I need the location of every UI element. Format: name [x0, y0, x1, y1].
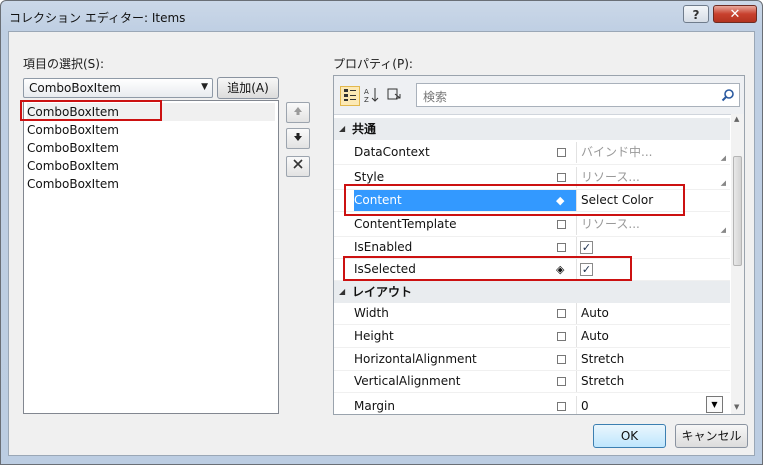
window-title: コレクション エディター: Items: [9, 11, 186, 25]
advanced-options-marker-icon[interactable]: [557, 377, 566, 386]
search-icon[interactable]: [721, 87, 735, 106]
advanced-options-marker-icon[interactable]: [557, 309, 566, 318]
property-value[interactable]: Auto: [576, 303, 728, 324]
isenabled-checkbox[interactable]: ✓: [580, 241, 593, 254]
property-value-cell: [576, 259, 728, 280]
property-name: IsSelected: [354, 262, 416, 276]
advanced-options-marker-icon[interactable]: [557, 148, 566, 157]
move-up-button[interactable]: [286, 102, 310, 123]
scrollbar-thumb[interactable]: [733, 156, 742, 266]
ok-button[interactable]: OK: [593, 424, 666, 448]
list-item[interactable]: ComboBoxItem: [27, 175, 275, 193]
resize-corner-icon: ◢: [720, 179, 726, 187]
property-value-cell: [576, 237, 728, 258]
property-value[interactable]: バインド中...: [576, 142, 728, 163]
chevron-down-icon[interactable]: ▼: [706, 396, 723, 413]
advanced-options-marker-icon[interactable]: [557, 402, 566, 411]
property-row-width[interactable]: Width Auto: [334, 303, 730, 325]
advanced-options-marker-icon[interactable]: [557, 173, 566, 182]
add-button[interactable]: 追加(A): [217, 77, 279, 99]
cancel-button[interactable]: キャンセル: [675, 424, 748, 448]
help-button[interactable]: ?: [683, 5, 709, 23]
delete-icon: [292, 159, 304, 173]
list-item[interactable]: ComboBoxItem: [27, 157, 275, 175]
list-item[interactable]: ComboBoxItem: [27, 121, 275, 139]
property-row-isselected[interactable]: IsSelected ◈ ✓: [334, 259, 730, 281]
category-label: レイアウト: [352, 285, 413, 299]
property-grid-toolbar: AZ 検索: [334, 76, 744, 115]
advanced-options-marker-icon[interactable]: [557, 332, 566, 341]
select-items-label: 項目の選択(S):: [23, 57, 105, 71]
category-common[interactable]: ◢ 共通: [334, 118, 730, 140]
dialog-client-area: 項目の選択(S): ComboBoxItem ▼ 追加(A) ComboBoxI…: [8, 31, 755, 456]
item-type-combo[interactable]: ComboBoxItem ▼: [23, 78, 213, 98]
property-name: IsEnabled: [354, 240, 413, 254]
collapse-triangle-icon: ◢: [339, 124, 346, 133]
remove-button[interactable]: [286, 156, 310, 177]
property-name: Width: [354, 306, 389, 320]
property-row-content[interactable]: Content ◆ Select Color: [334, 190, 730, 212]
svg-text:Z: Z: [364, 96, 369, 104]
item-type-value: ComboBoxItem: [29, 81, 121, 95]
collection-editor-window: コレクション エディター: Items ? ✕ 項目の選択(S): ComboB…: [0, 0, 763, 465]
property-value[interactable]: Stretch: [576, 371, 728, 392]
property-name: Height: [354, 329, 394, 343]
property-row-horizontalalignment[interactable]: HorizontalAlignment Stretch: [334, 349, 730, 371]
diamond-marker-icon[interactable]: ◈: [556, 263, 564, 276]
property-name: HorizontalAlignment: [354, 352, 477, 366]
advanced-options-marker-icon[interactable]: [557, 243, 566, 252]
arrow-down-icon: [293, 131, 303, 145]
property-value[interactable]: Auto: [576, 326, 728, 347]
property-value[interactable]: リソース...: [576, 214, 728, 235]
category-layout[interactable]: ◢ レイアウト: [334, 281, 730, 303]
property-name: DataContext: [354, 145, 430, 159]
sort-alphabetical-icon[interactable]: AZ: [362, 86, 382, 106]
items-listbox[interactable]: ComboBoxItem ComboBoxItem ComboBoxItem C…: [23, 100, 279, 414]
list-item[interactable]: ComboBoxItem: [27, 103, 275, 121]
property-row-datacontext[interactable]: DataContext バインド中... ◢: [334, 140, 730, 165]
properties-label: プロパティ(P):: [333, 57, 413, 71]
property-name: VerticalAlignment: [354, 374, 461, 388]
resize-corner-icon: ◢: [720, 226, 726, 234]
resize-corner-icon: ◢: [720, 154, 726, 162]
scroll-up-icon[interactable]: ▲: [734, 115, 739, 123]
property-row-isenabled[interactable]: IsEnabled ✓: [334, 237, 730, 259]
close-button[interactable]: ✕: [713, 5, 757, 23]
property-value[interactable]: Select Color: [576, 190, 728, 211]
property-name: Style: [354, 170, 385, 184]
collapse-triangle-icon: ◢: [339, 287, 346, 296]
property-pages-icon[interactable]: [384, 86, 404, 106]
isselected-checkbox[interactable]: ✓: [580, 263, 593, 276]
property-name: Content: [354, 190, 576, 211]
scroll-down-icon[interactable]: ▼: [734, 403, 739, 411]
property-value[interactable]: リソース...: [576, 167, 728, 188]
svg-text:A: A: [364, 88, 369, 96]
diamond-marker-icon[interactable]: ◆: [556, 194, 564, 207]
search-placeholder: 検索: [423, 90, 448, 104]
advanced-options-marker-icon[interactable]: [557, 355, 566, 364]
property-name: ContentTemplate: [354, 217, 457, 231]
vertical-scrollbar[interactable]: ▲ ▼: [731, 114, 744, 414]
chevron-down-icon: ▼: [201, 82, 208, 92]
search-input[interactable]: 検索: [416, 83, 740, 107]
category-label: 共通: [352, 122, 377, 136]
title-bar: コレクション エディター: Items ? ✕: [1, 1, 762, 31]
property-row-height[interactable]: Height Auto: [334, 326, 730, 348]
move-down-button[interactable]: [286, 128, 310, 149]
advanced-options-marker-icon[interactable]: [557, 220, 566, 229]
property-grid: AZ 検索 ◢ 共通 DataContext バインド中... ◢ Style …: [333, 75, 745, 415]
property-row-style[interactable]: Style リソース... ◢: [334, 165, 730, 190]
property-row-contenttemplate[interactable]: ContentTemplate リソース... ◢: [334, 212, 730, 237]
list-item[interactable]: ComboBoxItem: [27, 139, 275, 157]
property-row-margin[interactable]: Margin 0 ▼: [334, 394, 730, 414]
arrow-up-icon: [293, 105, 303, 119]
categorized-view-icon[interactable]: [340, 86, 360, 106]
property-value[interactable]: Stretch: [576, 349, 728, 370]
property-row-verticalalignment[interactable]: VerticalAlignment Stretch: [334, 371, 730, 393]
property-name: Margin: [354, 399, 395, 413]
